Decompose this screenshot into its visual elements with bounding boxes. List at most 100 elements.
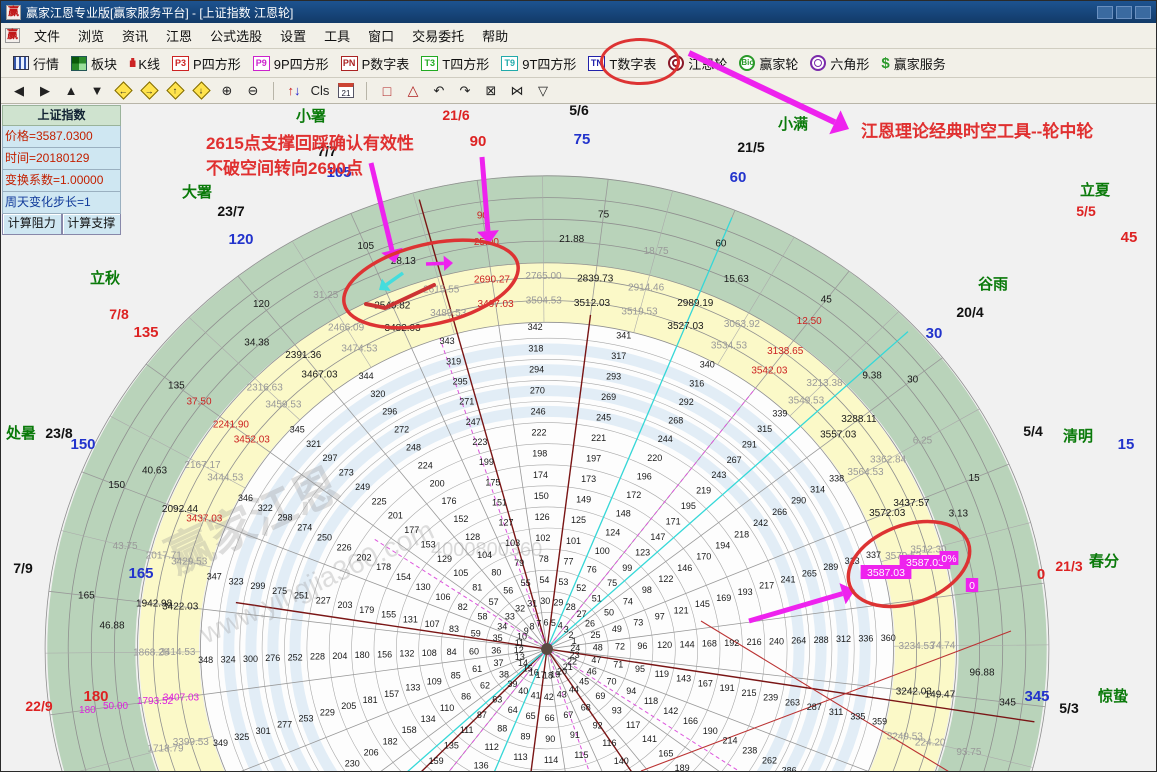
svg-text:132: 132 bbox=[399, 649, 414, 659]
svg-text:3534.53: 3534.53 bbox=[711, 341, 748, 352]
svg-text:248: 248 bbox=[406, 443, 421, 453]
svg-text:3587.03: 3587.03 bbox=[867, 567, 905, 579]
svg-text:228: 228 bbox=[310, 652, 325, 662]
support-note-line1: 2615点支撑回踩确认有效性 bbox=[206, 134, 414, 153]
quote-row-3: 周天变化步长=1 bbox=[2, 192, 121, 214]
prev-arrow[interactable]: ◀ bbox=[9, 81, 29, 101]
svg-text:2241.90: 2241.90 bbox=[213, 419, 250, 430]
svg-text:3444.53: 3444.53 bbox=[207, 472, 244, 483]
toolbar-item-P四方形[interactable]: P3 P四方形 bbox=[166, 52, 247, 75]
toolbar-item-赢家服务[interactable]: $ 赢家服务 bbox=[875, 52, 951, 75]
svg-text:319: 319 bbox=[446, 356, 461, 366]
svg-text:2839.73: 2839.73 bbox=[577, 274, 614, 285]
svg-text:104: 104 bbox=[477, 550, 492, 560]
svg-text:2690.27: 2690.27 bbox=[474, 274, 511, 285]
svg-text:5/3: 5/3 bbox=[1059, 700, 1079, 716]
rotate-ccw[interactable]: ↶ bbox=[429, 81, 449, 101]
menu-item-2[interactable]: 资讯 bbox=[113, 23, 157, 48]
toolbar-item-六角形[interactable]: 六角形 bbox=[804, 52, 875, 75]
toolbar-item-T数字表[interactable]: TN T数字表 bbox=[582, 52, 662, 75]
svg-text:2540.82: 2540.82 bbox=[374, 300, 411, 311]
pan-up[interactable]: ↑ bbox=[165, 81, 185, 101]
svg-text:107: 107 bbox=[425, 619, 440, 629]
zoom-in[interactable]: ⊕ bbox=[217, 81, 237, 101]
svg-text:133: 133 bbox=[405, 683, 420, 693]
svg-text:3: 3 bbox=[564, 625, 569, 635]
shrink-tool[interactable]: ⋈ bbox=[507, 81, 527, 101]
rotate-cw[interactable]: ↷ bbox=[455, 81, 475, 101]
svg-text:3459.53: 3459.53 bbox=[265, 400, 302, 411]
toolbar-item-赢家轮[interactable]: Bio 赢家轮 bbox=[733, 52, 804, 75]
next-arrow[interactable]: ▶ bbox=[35, 81, 55, 101]
target-icon bbox=[668, 55, 685, 71]
updown-tool[interactable]: ↑ ↓ bbox=[284, 81, 304, 101]
menu-item-4[interactable]: 公式选股 bbox=[201, 23, 271, 48]
svg-text:7: 7 bbox=[536, 618, 541, 628]
menu-item-1[interactable]: 浏览 bbox=[69, 23, 113, 48]
toolbar-item-K线[interactable]: ıllı K线 bbox=[123, 52, 166, 75]
svg-text:194: 194 bbox=[715, 540, 730, 550]
pan-left[interactable]: ← bbox=[113, 81, 133, 101]
svg-text:191: 191 bbox=[720, 683, 735, 693]
svg-text:3527.03: 3527.03 bbox=[667, 321, 704, 332]
svg-text:190: 190 bbox=[703, 726, 718, 736]
window-buttons[interactable] bbox=[1097, 5, 1151, 19]
close-button[interactable] bbox=[1135, 5, 1151, 19]
svg-text:5/4: 5/4 bbox=[1023, 423, 1043, 439]
toolbar-item-板块[interactable]: 板块 bbox=[65, 52, 123, 75]
pan-right[interactable]: → bbox=[139, 81, 159, 101]
svg-text:71: 71 bbox=[613, 660, 623, 670]
svg-text:15: 15 bbox=[969, 473, 981, 484]
triangle-tool[interactable]: △ bbox=[403, 81, 423, 101]
up-arrow[interactable]: ▲ bbox=[61, 81, 81, 101]
maximize-button[interactable] bbox=[1116, 5, 1132, 19]
calc-button-0[interactable]: 计算阻力 bbox=[2, 214, 62, 235]
toolbar-item-P数字表[interactable]: PN P数字表 bbox=[335, 52, 416, 75]
svg-text:45: 45 bbox=[1121, 229, 1138, 246]
svg-text:25.00: 25.00 bbox=[474, 237, 499, 248]
minimize-button[interactable] bbox=[1097, 5, 1113, 19]
toolbar-item-江恩轮[interactable]: 江恩轮 bbox=[662, 52, 733, 75]
pan-down[interactable]: ↓ bbox=[191, 81, 211, 101]
calc-button-1[interactable]: 计算支撑 bbox=[61, 214, 121, 235]
svg-text:3557.03: 3557.03 bbox=[820, 430, 857, 441]
toolbar-item-T四方形[interactable]: T3 T四方形 bbox=[415, 52, 495, 75]
svg-text:205: 205 bbox=[341, 701, 356, 711]
expand-tool[interactable]: ⊠ bbox=[481, 81, 501, 101]
svg-text:78: 78 bbox=[539, 554, 549, 564]
cls-tool[interactable]: Cls bbox=[310, 81, 330, 101]
toolbar-label: T数字表 bbox=[609, 56, 657, 72]
toolbar-item-9P四方形[interactable]: P9 9P四方形 bbox=[247, 52, 335, 75]
svg-text:323: 323 bbox=[229, 576, 244, 586]
clear-tool[interactable]: ▽ bbox=[533, 81, 553, 101]
svg-text:343: 343 bbox=[440, 336, 455, 346]
toolbar-label: 赢家轮 bbox=[759, 56, 799, 72]
svg-text:103: 103 bbox=[505, 538, 520, 548]
svg-text:241: 241 bbox=[780, 575, 795, 585]
menu-item-3[interactable]: 江恩 bbox=[157, 23, 201, 48]
svg-text:169: 169 bbox=[716, 593, 731, 603]
toolbar-item-行情[interactable]: 行情 bbox=[7, 52, 65, 75]
zoom-out[interactable]: ⊖ bbox=[243, 81, 263, 101]
menu-item-6[interactable]: 工具 bbox=[315, 23, 359, 48]
svg-text:7/9: 7/9 bbox=[13, 560, 33, 576]
svg-text:42: 42 bbox=[544, 692, 554, 702]
menu-item-8[interactable]: 交易委托 bbox=[403, 23, 473, 48]
rect-tool[interactable]: □ bbox=[377, 81, 397, 101]
menu-item-5[interactable]: 设置 bbox=[271, 23, 315, 48]
svg-text:3519.53: 3519.53 bbox=[621, 307, 658, 318]
menu-item-7[interactable]: 窗口 bbox=[359, 23, 403, 48]
svg-text:180: 180 bbox=[79, 705, 96, 716]
down-arrow[interactable]: ▼ bbox=[87, 81, 107, 101]
svg-text:173: 173 bbox=[581, 474, 596, 484]
svg-text:73: 73 bbox=[633, 618, 643, 628]
svg-text:39: 39 bbox=[507, 679, 517, 689]
toolbar-item-9T四方形[interactable]: T9 9T四方形 bbox=[495, 52, 582, 75]
gann-wheel-chart[interactable]: 赢家江恩www.yingjia360.com400080036012345678… bbox=[1, 104, 1157, 772]
svg-text:197: 197 bbox=[586, 454, 601, 464]
calendar-tool[interactable]: 21 bbox=[336, 81, 356, 101]
menu-item-9[interactable]: 帮助 bbox=[473, 23, 517, 48]
svg-text:347: 347 bbox=[207, 572, 222, 582]
svg-text:215: 215 bbox=[741, 688, 756, 698]
menu-item-0[interactable]: 文件 bbox=[25, 23, 69, 48]
